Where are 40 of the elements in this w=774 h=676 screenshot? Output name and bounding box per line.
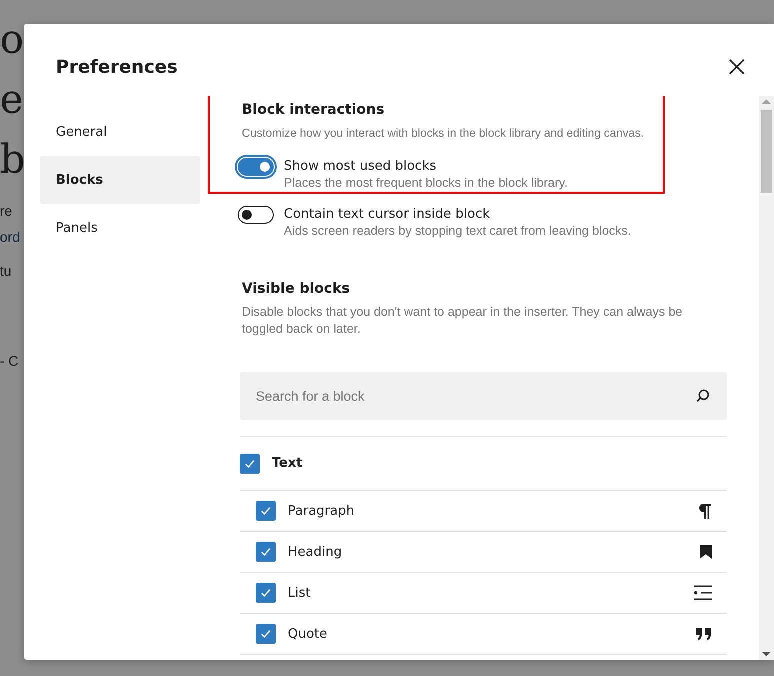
checkbox[interactable] [256, 501, 276, 521]
close-icon [728, 58, 746, 76]
checkbox[interactable] [256, 583, 276, 603]
setting-help: Aids screen readers by stopping text caret from leaving blocks. [284, 223, 632, 240]
background-text: o [0, 16, 24, 65]
block-label: List [288, 586, 312, 600]
block-label: Quote [288, 626, 329, 642]
search-field[interactable]: Search for a block [240, 372, 727, 420]
scrollbar[interactable] [759, 96, 774, 660]
quote-icon [695, 626, 713, 642]
section-title: Visible blocks [242, 280, 352, 298]
bookmark-icon [699, 544, 713, 560]
section-description: Customize how you interact with blocks in the block library and editing canvas. [242, 126, 646, 142]
setting-label: Contain text cursor inside block [284, 206, 492, 223]
setting-label: Show most used blocks [284, 158, 438, 175]
background-text: e [0, 76, 24, 125]
toggle-switch[interactable] [238, 158, 274, 176]
setting-help: Places the most frequent blocks in the block library. [284, 175, 568, 192]
sidebar-tab[interactable]: General [40, 108, 200, 156]
search-icon [695, 388, 711, 404]
section-title: Block interactions [242, 101, 386, 119]
background-text: tu [0, 262, 13, 281]
pilcrow-icon [697, 502, 713, 520]
block-label: Paragraph [288, 504, 356, 518]
sidebar-tab[interactable]: Panels [40, 204, 200, 252]
background-text: b [0, 136, 24, 185]
category-label: Text [272, 456, 303, 471]
list-icon [693, 585, 713, 601]
block-label: Heading [288, 544, 344, 560]
dialog-title: Preferences [56, 56, 178, 78]
checkbox[interactable] [256, 542, 276, 562]
checkbox[interactable] [240, 454, 260, 474]
background-text: - C [0, 352, 20, 371]
scrollbar-thumb[interactable] [761, 110, 772, 193]
background-text: re [0, 202, 14, 221]
checkbox[interactable] [256, 624, 276, 644]
section-description: Disable blocks that you don't want to appear in the inserter. They can always be toggled back on later. [242, 304, 684, 338]
toggle-switch[interactable] [238, 206, 274, 224]
sidebar-tab[interactable]: Blocks [40, 156, 200, 204]
background-text: ord [0, 228, 22, 247]
